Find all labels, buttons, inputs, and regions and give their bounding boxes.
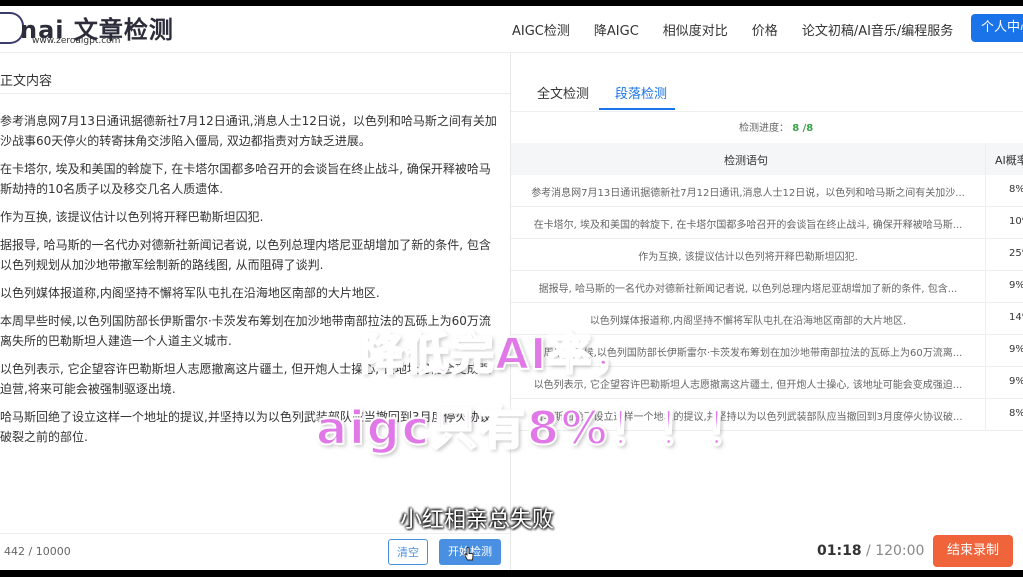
column-divider: [985, 143, 986, 175]
panel-title: 正文内容: [0, 74, 53, 89]
row-ai-prob: 8%: [1009, 184, 1023, 195]
column-divider: [985, 271, 986, 302]
article-paragraph: 以色列媒体报道称,内阁坚持不懈将军队屯扎在沿海地区南部的大片地区.: [0, 286, 380, 300]
column-divider: [985, 399, 986, 430]
nav-item-aigc-detect[interactable]: AIGC检测: [512, 20, 570, 39]
table-row[interactable]: 据报导, 哈马斯的一名代办对德新社新闻记者说, 以色列总理内塔尼亚胡增加了新的条…: [511, 271, 1023, 303]
row-ai-prob: 9%: [1009, 280, 1023, 291]
nav-item-similarity[interactable]: 相似度对比: [663, 20, 728, 39]
row-ai-prob: 9%: [1009, 344, 1023, 355]
panel-header: 正文内容: [0, 65, 510, 94]
column-divider: [985, 175, 986, 206]
input-footer: 442 / 10000 清空 开始检测: [0, 533, 510, 570]
row-ai-prob: 9%: [1009, 376, 1023, 387]
timer-current: 01:18: [817, 543, 862, 559]
overlay-caption-line1: 降低完AI率，: [359, 328, 638, 381]
col-sentence-header: 检测语句: [724, 154, 768, 167]
app-window: nai 文章检测 www.zeroaigpt.com AIGC检测 降AIGC …: [0, 6, 1023, 570]
timer-total: 120:00: [875, 543, 925, 559]
nav-item-services[interactable]: 论文初稿/AI音乐/编程服务: [802, 20, 954, 39]
progress-label: 检测进度：: [739, 123, 789, 134]
logo-url: www.zeroaigpt.com: [32, 36, 121, 46]
nav-item-price[interactable]: 价格: [752, 20, 778, 39]
char-count: 442 / 10000: [4, 545, 71, 558]
table-row[interactable]: 作为互换, 该提议估计以色列将开释巴勒斯坦囚犯. 25%: [511, 239, 1023, 271]
main-nav: AIGC检测 降AIGC 相似度对比 价格 论文初稿/AI音乐/编程服务: [500, 6, 965, 52]
table-row[interactable]: 在卡塔尔, 埃及和美国的斡旋下, 在卡塔尔国都多哈召开的会谈旨在终止战斗, 确保…: [511, 207, 1023, 239]
table-row[interactable]: 参考消息网7月13日通讯据德新社7月12日通讯,消息人士12日说，以色列和哈马斯…: [511, 175, 1023, 207]
column-divider: [985, 207, 986, 238]
row-ai-prob: 8%: [1009, 408, 1023, 419]
article-paragraph: 在卡塔尔, 埃及和美国的斡旋下, 在卡塔尔国都多哈召开的会谈旨在终止战斗, 确保…: [0, 162, 491, 196]
row-sentence: 据报导, 哈马斯的一名代办对德新社新闻记者说, 以色列总理内塔尼亚胡增加了新的条…: [538, 284, 958, 295]
row-ai-prob: 25%: [1009, 248, 1023, 259]
column-divider: [985, 335, 986, 366]
tab-full-detect[interactable]: 全文检测: [537, 83, 589, 102]
detect-progress: 检测进度： 8 /8: [739, 119, 813, 134]
row-sentence: 参考消息网7月13日通讯据德新社7月12日通讯,消息人士12日说，以色列和哈马斯…: [531, 188, 965, 199]
article-paragraph: 据报导, 哈马斯的一名代办对德新社新闻记者说, 以色列总理内塔尼亚胡增加了新的条…: [0, 238, 491, 272]
top-header: nai 文章检测 www.zeroaigpt.com AIGC检测 降AIGC …: [0, 6, 1023, 53]
stop-recording-button[interactable]: 结束录制: [933, 535, 1013, 567]
row-ai-prob: 14%: [1009, 312, 1023, 323]
article-paragraph: 参考消息网7月13日通讯据德新社7月12日通讯,消息人士12日说，以色列和哈马斯…: [0, 114, 497, 148]
nav-item-reduce-aigc[interactable]: 降AIGC: [594, 20, 639, 39]
col-ai-header: AI概率: [995, 154, 1023, 167]
user-center-button[interactable]: 个人中心: [971, 14, 1023, 42]
row-sentence: 作为互换, 该提议估计以色列将开释巴勒斯坦囚犯.: [638, 252, 858, 263]
clear-button[interactable]: 清空: [388, 539, 428, 565]
recording-bar: 01:18 / 120:00 结束录制: [511, 533, 1023, 570]
detect-tabs: 全文检测 段落检测: [511, 71, 1023, 112]
article-paragraph: 作为互换, 该提议估计以色列将开释巴勒斯坦囚犯.: [0, 210, 264, 224]
row-ai-prob: 10%: [1009, 216, 1023, 227]
column-divider: [985, 367, 986, 398]
row-sentence: 在卡塔尔, 埃及和美国的斡旋下, 在卡塔尔国都多哈召开的会谈旨在终止战斗, 确保…: [533, 220, 963, 231]
video-subtitle: 小红相亲总失败: [400, 508, 555, 533]
progress-value: 8 /8: [792, 123, 814, 134]
column-divider: [985, 239, 986, 270]
text-input-panel: 正文内容 参考消息网7月13日通讯据德新社7月12日通讯,消息人士12日说，以色…: [0, 53, 511, 570]
table-header: 检测语句 AI概率: [511, 143, 1023, 175]
column-divider: [985, 303, 986, 334]
hand-cursor-icon: [464, 547, 474, 561]
result-table: 检测语句 AI概率 参考消息网7月13日通讯据德新社7月12日通讯,消息人士12…: [511, 143, 1023, 431]
recording-timer: 01:18 / 120:00: [817, 543, 925, 559]
tab-paragraph-detect[interactable]: 段落检测: [615, 83, 667, 102]
overlay-caption-line2: aigc只有8%！！！: [315, 400, 754, 456]
active-tab-indicator: [599, 108, 675, 110]
detection-result-panel: 全文检测 段落检测 检测进度： 8 /8 检测语句 AI概率 参考消息网7月13…: [511, 53, 1023, 570]
logo[interactable]: nai 文章检测 www.zeroaigpt.com: [0, 10, 200, 48]
